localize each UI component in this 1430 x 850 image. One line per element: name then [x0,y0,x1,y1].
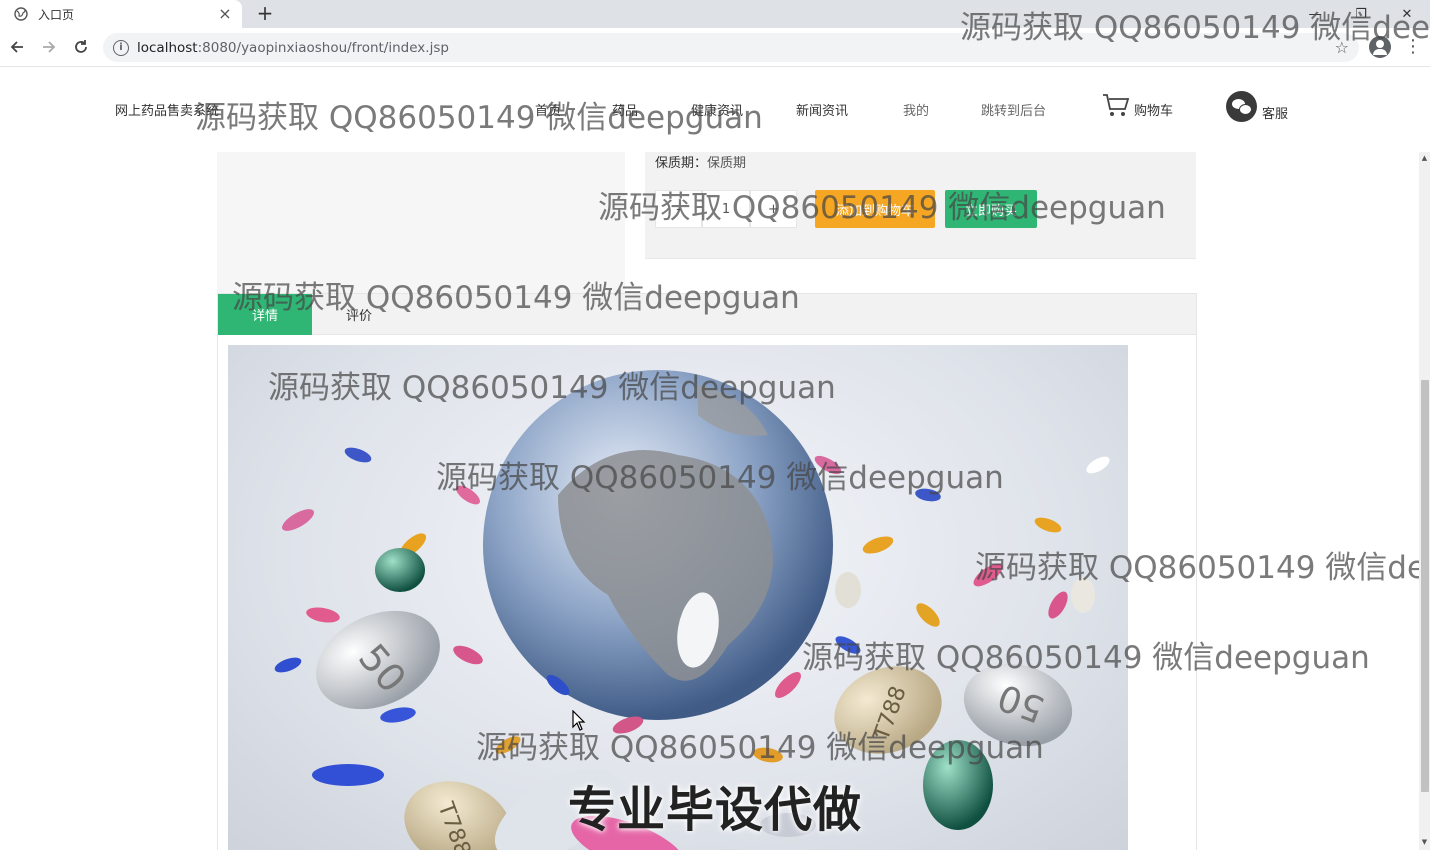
tab-header: 详情 评价 [218,294,1196,335]
url-host: localhost [137,39,198,56]
site-name[interactable]: 网上药品售卖系统 [115,100,219,119]
shelf-life-value: 保质期 [707,156,747,171]
shopping-cart-icon [1103,94,1130,116]
browser-tab[interactable]: 入口页 × [0,0,242,28]
tab-detail[interactable]: 详情 [218,294,312,335]
new-tab-button[interactable]: + [254,2,276,24]
buy-now-button[interactable]: 立即购买 [945,190,1037,228]
url-path: :8080/yaopinxiaoshou/front/index.jsp [197,39,449,56]
shelf-life: 保质期：保质期 [655,152,746,171]
wechat-icon [1226,91,1257,122]
page-viewport: 网上药品售卖系统 首页 药品 健康资讯 新闻资讯 我的 跳转到后台 购物车 客服… [0,67,1419,850]
nav-news[interactable]: 新闻资讯 [796,100,848,119]
customer-service-link[interactable]: 客服 [1226,91,1288,122]
qty-minus-button[interactable]: - [655,190,702,228]
browser-menu-icon[interactable]: ⋮ [1404,36,1422,58]
qty-input[interactable]: 1 [702,190,750,228]
page-scrollbar[interactable]: ▲ ▼ [1419,152,1430,850]
profile-icon[interactable] [1369,36,1391,58]
window-controls: — ❐ ✕ [1292,0,1430,28]
browser-tabbar: 入口页 × + — ❐ ✕ [0,0,1430,28]
address-bar[interactable]: i localhost:8080/yaopinxiaoshou/front/in… [103,33,1359,62]
product-detail-image: 50 50 T788 T788 专业毕设代做 [228,345,1128,850]
pill-t788-right: T788 [834,666,942,754]
nav-home[interactable]: 首页 [535,100,561,119]
add-to-cart-button[interactable]: 添加到购物车 [815,190,935,228]
site-header: 网上药品售卖系统 首页 药品 健康资讯 新闻资讯 我的 跳转到后台 购物车 客服 [0,67,1419,152]
quantity-stepper: - 1 + [655,190,797,228]
nav-medicines[interactable]: 药品 [612,100,638,119]
nav-mine[interactable]: 我的 [903,100,929,119]
product-info-panel: 保质期：保质期 - 1 + 添加到购物车 立即购买 [645,152,1196,259]
back-arrow-icon[interactable] [6,36,28,58]
scroll-down-icon[interactable]: ▼ [1419,838,1430,848]
site-info-icon[interactable]: i [113,39,129,56]
detail-tabs: 详情 评价 50 50 T788 T788 专业毕设代做 [217,293,1197,850]
close-tab-icon[interactable]: × [216,5,234,23]
shelf-life-label: 保质期： [655,156,708,171]
bookmark-star-icon[interactable]: ☆ [1335,38,1349,57]
tab-review[interactable]: 评价 [312,294,406,335]
image-caption: 专业毕设代做 [568,782,863,838]
reload-icon[interactable] [70,36,92,58]
cart-link[interactable]: 购物车 [1102,93,1173,119]
browser-toolbar: i localhost:8080/yaopinxiaoshou/front/in… [0,28,1430,67]
forward-arrow-icon[interactable] [38,36,60,58]
minimize-button[interactable]: — [1292,0,1338,28]
scroll-up-icon[interactable]: ▲ [1419,154,1430,164]
mouse-cursor-icon [572,710,586,731]
cart-label: 购物车 [1134,104,1174,119]
nav-health-info[interactable]: 健康资讯 [691,100,743,119]
qty-plus-button[interactable]: + [750,190,797,228]
scroll-thumb[interactable] [1421,380,1429,792]
close-window-button[interactable]: ✕ [1384,0,1430,28]
nav-admin[interactable]: 跳转到后台 [981,100,1046,119]
tab-title: 入口页 [38,7,75,22]
pill-50-right: 50 [963,663,1073,747]
restore-button[interactable]: ❐ [1338,0,1384,28]
product-image-panel [217,152,625,294]
globe-icon [14,7,28,21]
service-label: 客服 [1262,107,1289,122]
